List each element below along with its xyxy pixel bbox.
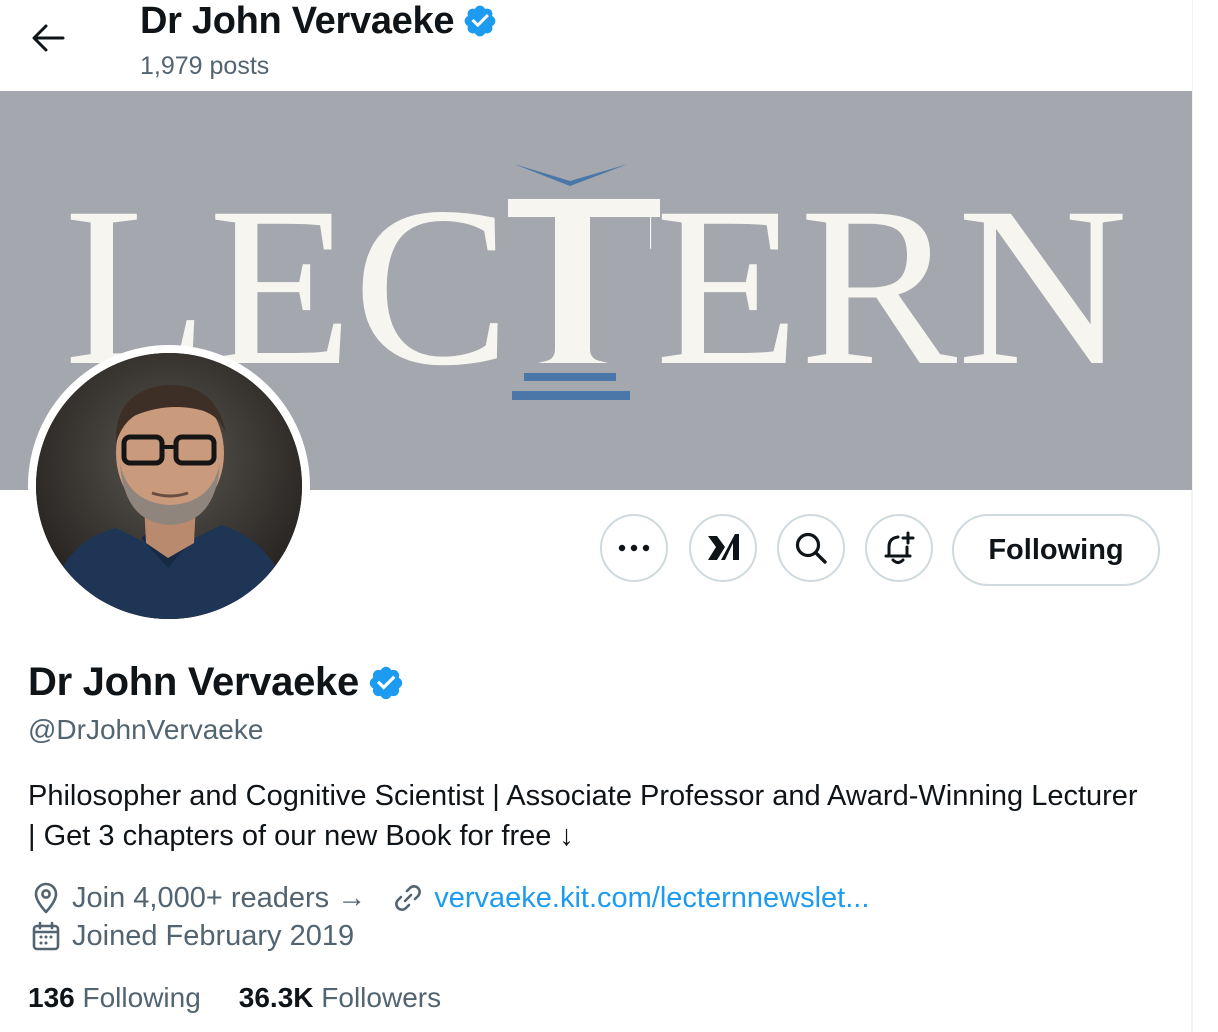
search-icon [795, 532, 827, 564]
profile-website-link[interactable]: vervaeke.kit.com/lecternnewslet... [434, 882, 869, 915]
bell-plus-icon [884, 531, 915, 564]
grok-button[interactable] [689, 514, 757, 582]
profile-name: Dr John Vervaeke [28, 660, 359, 704]
more-button[interactable] [600, 514, 668, 582]
arrow-left-icon [32, 24, 65, 52]
back-button[interactable] [22, 16, 74, 60]
notifications-button[interactable] [865, 514, 933, 582]
profile-name-row: Dr John Vervaeke [28, 660, 405, 705]
calendar-icon [28, 918, 64, 954]
avatar-photo [36, 353, 302, 619]
search-profile-button[interactable] [777, 514, 845, 582]
more-icon [618, 544, 650, 552]
grok-icon [708, 534, 739, 560]
header-name: Dr John Vervaeke [140, 0, 455, 42]
header-title: Dr John Vervaeke [140, 0, 498, 42]
profile-handle: @DrJohnVervaeke [28, 714, 264, 745]
avatar[interactable] [36, 353, 302, 619]
following-label: Following [82, 982, 201, 1013]
followers-count-link[interactable]: 36.3K Followers [239, 982, 441, 1014]
profile-header-bar: Dr John Vervaeke 1,979 posts [0, 0, 1192, 91]
profile-bio: Philosopher and Cognitive Scientist | As… [28, 780, 1138, 852]
link-icon [390, 880, 426, 916]
profile-joined-row: Joined February 2019 [28, 918, 354, 954]
posts-count: 1,979 posts [140, 52, 270, 80]
following-count: 136 [28, 982, 75, 1013]
verified-badge-icon[interactable] [367, 664, 405, 702]
followers-label: Followers [321, 982, 442, 1013]
following-count-link[interactable]: 136 Following [28, 982, 201, 1014]
verified-badge-icon [464, 5, 496, 37]
following-button[interactable]: Following [952, 514, 1160, 586]
profile-meta-row: Join 4,000+ readers → vervaeke.kit.com/l… [28, 880, 869, 916]
location-pin-icon [28, 880, 64, 916]
avatar-frame[interactable] [28, 345, 310, 627]
profile-joined-date: Joined February 2019 [72, 919, 355, 952]
profile-location: Join 4,000+ readers → [72, 881, 367, 914]
followers-count: 36.3K [238, 982, 314, 1013]
profile-stats: 136 Following 36.3K Followers [28, 982, 441, 1014]
